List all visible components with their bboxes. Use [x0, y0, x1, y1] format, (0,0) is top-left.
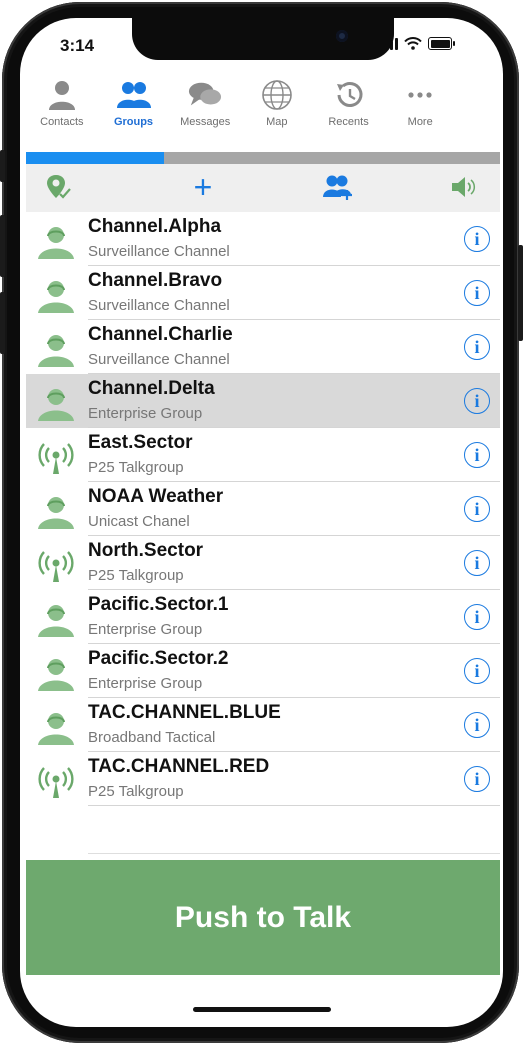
mute-switch [0, 150, 5, 182]
info-icon[interactable]: i [464, 280, 490, 306]
tab-label: Messages [180, 116, 231, 128]
info-icon[interactable]: i [464, 496, 490, 522]
add-group-symbol: + [193, 169, 213, 205]
group-name: Pacific.Sector.2 [88, 648, 229, 669]
group-name: TAC.CHANNEL.RED [88, 756, 270, 777]
add-user-icon[interactable] [321, 170, 355, 204]
group-type-label: P25 Talkgroup [88, 459, 184, 476]
group-type-label: Surveillance Channel [88, 243, 230, 260]
tab-label: Groups [113, 116, 154, 128]
group-row[interactable]: TAC.CHANNEL.RED P25 Talkgroup i [26, 752, 500, 806]
contact-icon [45, 78, 79, 112]
tab-label: Recents [328, 116, 369, 128]
tab-contacts[interactable]: Contacts [26, 70, 98, 150]
group-name: Channel.Delta [88, 378, 215, 399]
group-avatar-icon [36, 600, 76, 640]
tab-label: Contacts [40, 116, 84, 128]
group-row[interactable]: North.Sector P25 Talkgroup i [26, 536, 500, 590]
tab-more[interactable]: More [384, 70, 456, 150]
volume-down-button [0, 292, 5, 354]
info-icon[interactable]: i [464, 658, 490, 684]
group-avatar-icon [36, 708, 76, 748]
radio-tower-icon [36, 762, 76, 802]
group-type-label: Broadband Tactical [88, 729, 216, 746]
volume-up-button [0, 215, 5, 277]
speaker-icon[interactable] [446, 170, 480, 204]
home-indicator[interactable] [193, 1007, 331, 1012]
plus-icon[interactable]: + [186, 170, 220, 204]
power-button [518, 245, 523, 341]
radio-tower-icon [36, 438, 76, 478]
group-name: North.Sector [88, 540, 204, 561]
group-type-label: Surveillance Channel [88, 297, 230, 314]
group-name: Channel.Bravo [88, 270, 223, 291]
row-divider [88, 805, 500, 806]
tab-recents[interactable]: Recents [313, 70, 385, 150]
group-row[interactable]: Pacific.Sector.1 Enterprise Group i [26, 590, 500, 644]
status-time: 3:14 [60, 36, 95, 55]
group-row[interactable]: East.Sector P25 Talkgroup i [26, 428, 500, 482]
info-icon[interactable]: i [464, 334, 490, 360]
groups-icon [116, 78, 151, 112]
group-name: East.Sector [88, 432, 193, 453]
info-icon[interactable]: i [464, 226, 490, 252]
group-row[interactable]: Channel.Charlie Surveillance Channel i [26, 320, 500, 374]
group-type-label: P25 Talkgroup [88, 783, 184, 800]
wifi-icon [404, 37, 422, 50]
group-name: NOAA Weather [88, 486, 224, 507]
active-tab-indicator [26, 152, 164, 164]
globe-icon [260, 78, 294, 112]
tab-bar: Contacts Groups Messages Map Recents Mor… [26, 70, 456, 150]
battery-icon [428, 37, 455, 50]
group-row[interactable]: NOAA Weather Unicast Chanel i [26, 482, 500, 536]
group-row[interactable]: Channel.Alpha Surveillance Channel i [26, 212, 500, 266]
groups-toolbar: + [26, 164, 500, 212]
list-end-divider [88, 853, 500, 854]
group-type-label: Enterprise Group [88, 405, 203, 422]
info-icon[interactable]: i [464, 604, 490, 630]
group-row[interactable]: TAC.CHANNEL.BLUE Broadband Tactical i [26, 698, 500, 752]
group-avatar-icon [36, 384, 76, 424]
notch [132, 18, 394, 60]
group-name: Channel.Alpha [88, 216, 222, 237]
group-name: Pacific.Sector.1 [88, 594, 229, 615]
group-avatar-icon [36, 492, 76, 532]
group-avatar-icon [36, 222, 76, 262]
front-camera [336, 30, 348, 42]
tab-label: More [407, 116, 433, 128]
ellipsis-icon [403, 78, 437, 112]
group-type-label: Surveillance Channel [88, 351, 230, 368]
group-list: Channel.Alpha Surveillance Channel i Cha… [26, 212, 500, 806]
tab-groups[interactable]: Groups [98, 70, 170, 150]
info-icon[interactable]: i [464, 388, 490, 414]
group-type-label: Enterprise Group [88, 675, 203, 692]
tab-label: Map [266, 116, 288, 128]
group-avatar-icon [36, 654, 76, 694]
info-icon[interactable]: i [464, 550, 490, 576]
info-icon[interactable]: i [464, 766, 490, 792]
group-name: TAC.CHANNEL.BLUE [88, 702, 281, 723]
group-row-selected[interactable]: Channel.Delta Enterprise Group i [26, 374, 500, 428]
push-to-talk-button[interactable]: Push to Talk [26, 860, 500, 975]
tab-messages[interactable]: Messages [169, 70, 241, 150]
group-type-label: Unicast Chanel [88, 513, 190, 530]
info-icon[interactable]: i [464, 712, 490, 738]
radio-tower-icon [36, 546, 76, 586]
group-row[interactable]: Pacific.Sector.2 Enterprise Group i [26, 644, 500, 698]
group-row[interactable]: Channel.Bravo Surveillance Channel i [26, 266, 500, 320]
messages-icon [188, 78, 222, 112]
tab-indicator-bar [26, 152, 500, 164]
group-avatar-icon [36, 330, 76, 370]
history-icon [332, 78, 366, 112]
group-type-label: P25 Talkgroup [88, 567, 184, 584]
group-name: Channel.Charlie [88, 324, 233, 345]
tab-map[interactable]: Map [241, 70, 313, 150]
group-type-label: Enterprise Group [88, 621, 203, 638]
info-icon[interactable]: i [464, 442, 490, 468]
group-avatar-icon [36, 276, 76, 316]
location-pin-check-icon[interactable] [42, 170, 76, 204]
